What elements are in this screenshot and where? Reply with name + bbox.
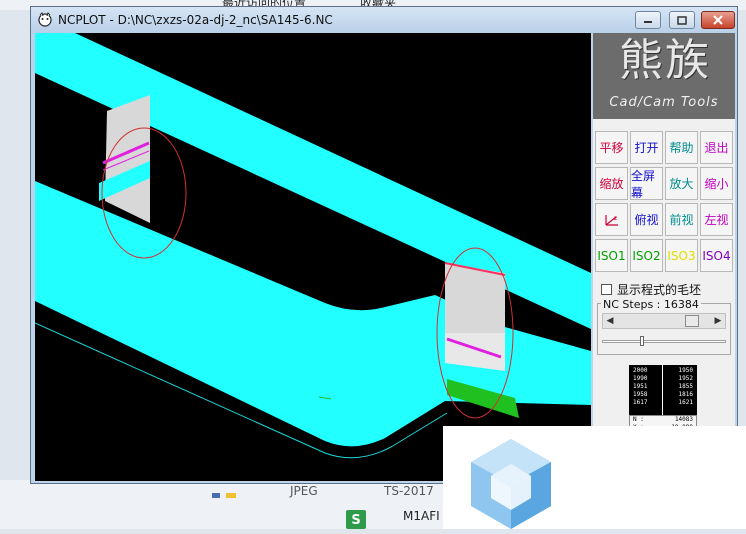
spreadsheet-file-icon[interactable]: S xyxy=(345,509,367,529)
readout-value: 2000 xyxy=(633,367,648,374)
show-blank-label: 显示程式的毛坯 xyxy=(617,283,702,297)
toolbar-button-左视[interactable]: 左视 xyxy=(700,203,733,236)
coord-axis: N : xyxy=(633,416,644,423)
nc-steps-label: NC Steps : 16384 xyxy=(601,298,701,311)
minimize-icon xyxy=(644,21,652,23)
toolbar-button-ISO1[interactable]: ISO1 xyxy=(595,239,628,272)
toolbar-button-ISO3[interactable]: ISO3 xyxy=(665,239,698,272)
toolbar-button-放大[interactable]: 放大 xyxy=(665,167,698,200)
cat-app-icon xyxy=(37,12,53,27)
maximize-icon xyxy=(677,15,687,25)
readout-value: 1950 xyxy=(678,367,693,374)
readout-value: 1958 xyxy=(633,391,648,398)
svg-text:S: S xyxy=(351,513,360,528)
readout-value: 1990 xyxy=(633,375,648,382)
logo: 熊族 Cad/Cam Tools xyxy=(593,33,735,119)
toolbar-button-平移[interactable]: 平移 xyxy=(595,131,628,164)
close-button[interactable] xyxy=(701,11,735,29)
show-blank-checkbox[interactable] xyxy=(601,284,612,295)
speed-thumb[interactable] xyxy=(640,336,644,346)
show-blank-option[interactable]: 显示程式的毛坯 xyxy=(601,281,701,298)
ncplot-window: NCPLOT - D:\NC\zxzs-02a-dj-2_nc\SA145-6.… xyxy=(30,6,738,484)
coord-row: N : 14083 xyxy=(630,416,696,424)
readout-row: 1990 1952 xyxy=(629,375,697,383)
toolbar-button-打开[interactable]: 打开 xyxy=(630,131,663,164)
toolpath-viewport[interactable] xyxy=(35,33,591,481)
scroll-thumb[interactable] xyxy=(685,315,699,327)
toolbar-button-缩小[interactable]: 缩小 xyxy=(700,167,733,200)
readout-value: 1621 xyxy=(678,399,693,406)
readout-row: 1951 1855 xyxy=(629,383,697,391)
coord-value: 14083 xyxy=(674,416,693,423)
close-icon xyxy=(713,15,723,25)
background-ts-label: TS-2017 xyxy=(384,484,434,498)
title-bar[interactable]: NCPLOT - D:\NC\zxzs-02a-dj-2_nc\SA145-6.… xyxy=(31,7,737,33)
readout-row: 1617 1621 xyxy=(629,399,697,407)
readout-value: 1816 xyxy=(678,391,693,398)
background-jpeg-label: JPEG xyxy=(290,484,318,498)
readout-divider xyxy=(662,365,663,415)
maximize-button[interactable] xyxy=(669,11,695,29)
toolbar-button-全屏幕[interactable]: 全屏幕 xyxy=(630,167,663,200)
readout-value: 1855 xyxy=(678,383,693,390)
logo-chinese: 熊族 xyxy=(619,35,711,86)
logo-english: Cad/Cam Tools xyxy=(609,95,719,110)
toolbar-button-缩放[interactable]: 缩放 xyxy=(595,167,628,200)
toolbar-button-前视[interactable]: 前视 xyxy=(665,203,698,236)
readout-row: 1958 1816 xyxy=(629,391,697,399)
toolbar-button-ISO2[interactable]: ISO2 xyxy=(630,239,663,272)
background-file-m1[interactable]: M1AFI xyxy=(403,509,440,523)
speed-track[interactable] xyxy=(602,340,726,343)
control-panel: 熊族 Cad/Cam Tools 平移 打开 帮助 退出缩放 全屏幕 放大 缩小 z 俯视 前视左… xyxy=(593,33,735,481)
toolpath-drawing xyxy=(35,33,591,459)
scroll-right-icon[interactable]: ▶ xyxy=(711,314,725,328)
folder-icon xyxy=(212,484,242,498)
svg-text:z: z xyxy=(614,215,617,222)
cube-logo-icon xyxy=(471,439,551,529)
readout-value: 1952 xyxy=(678,375,693,382)
step-scrollbar[interactable]: ◀ ▶ xyxy=(602,313,726,329)
readout-row: 2000 1950 xyxy=(629,367,697,375)
app-overlay-panel xyxy=(443,426,746,529)
scroll-left-icon[interactable]: ◀ xyxy=(603,314,617,328)
window-title: NCPLOT - D:\NC\zxzs-02a-dj-2_nc\SA145-6.… xyxy=(58,13,333,27)
readout-value: 1617 xyxy=(633,399,648,406)
position-readout: 2000 1950 1990 1952 1951 1855 1958 1816 1617 1621 xyxy=(629,365,697,415)
toolbar-button-帮助[interactable]: 帮助 xyxy=(665,131,698,164)
toolbar-button-ISO4[interactable]: ISO4 xyxy=(700,239,733,272)
readout-value: 1951 xyxy=(633,383,648,390)
toolbar-button-退出[interactable]: 退出 xyxy=(700,131,733,164)
minimize-button[interactable] xyxy=(635,11,661,29)
toolbar-button-俯视[interactable]: 俯视 xyxy=(630,203,663,236)
axis-icon[interactable]: z xyxy=(595,203,628,236)
